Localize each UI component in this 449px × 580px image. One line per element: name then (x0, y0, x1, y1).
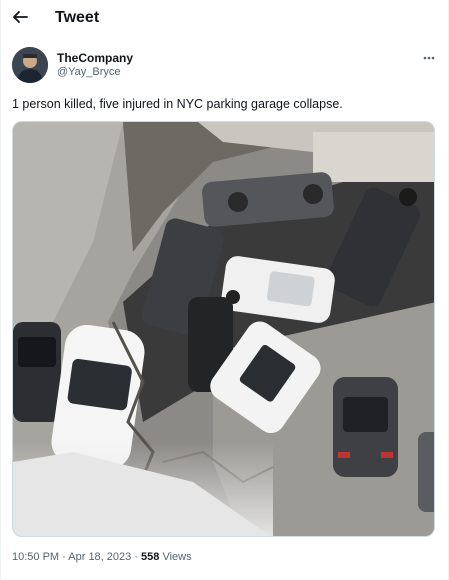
meta-separator: · (131, 551, 142, 563)
views-label: Views (159, 551, 192, 563)
views-count: 558 (141, 551, 160, 563)
tweet-meta: 10:50 PM · Apr 18, 2023 · 558 Views (12, 551, 192, 563)
author-handle[interactable]: @Yay_Bryce (57, 66, 121, 78)
tweet-page: Tweet TheCompany @Yay_Bryce 1 person kil… (0, 0, 449, 580)
meta-separator: · (59, 551, 69, 563)
avatar-image (12, 47, 48, 83)
top-bar: Tweet (1, 0, 449, 38)
tweet-time[interactable]: 10:50 PM (12, 551, 59, 563)
tweet-media-image[interactable] (12, 121, 435, 537)
more-horizontal-icon (423, 56, 435, 60)
more-options-button[interactable] (421, 50, 437, 66)
back-button[interactable] (9, 6, 31, 28)
tweet-text: 1 person killed, five injured in NYC par… (12, 97, 343, 111)
page-title: Tweet (55, 9, 100, 26)
author-name[interactable]: TheCompany (57, 51, 133, 65)
tweet-date[interactable]: Apr 18, 2023 (68, 551, 131, 563)
garage-collapse-photo (13, 122, 434, 536)
arrow-left-icon (13, 11, 28, 23)
avatar[interactable] (12, 47, 48, 83)
